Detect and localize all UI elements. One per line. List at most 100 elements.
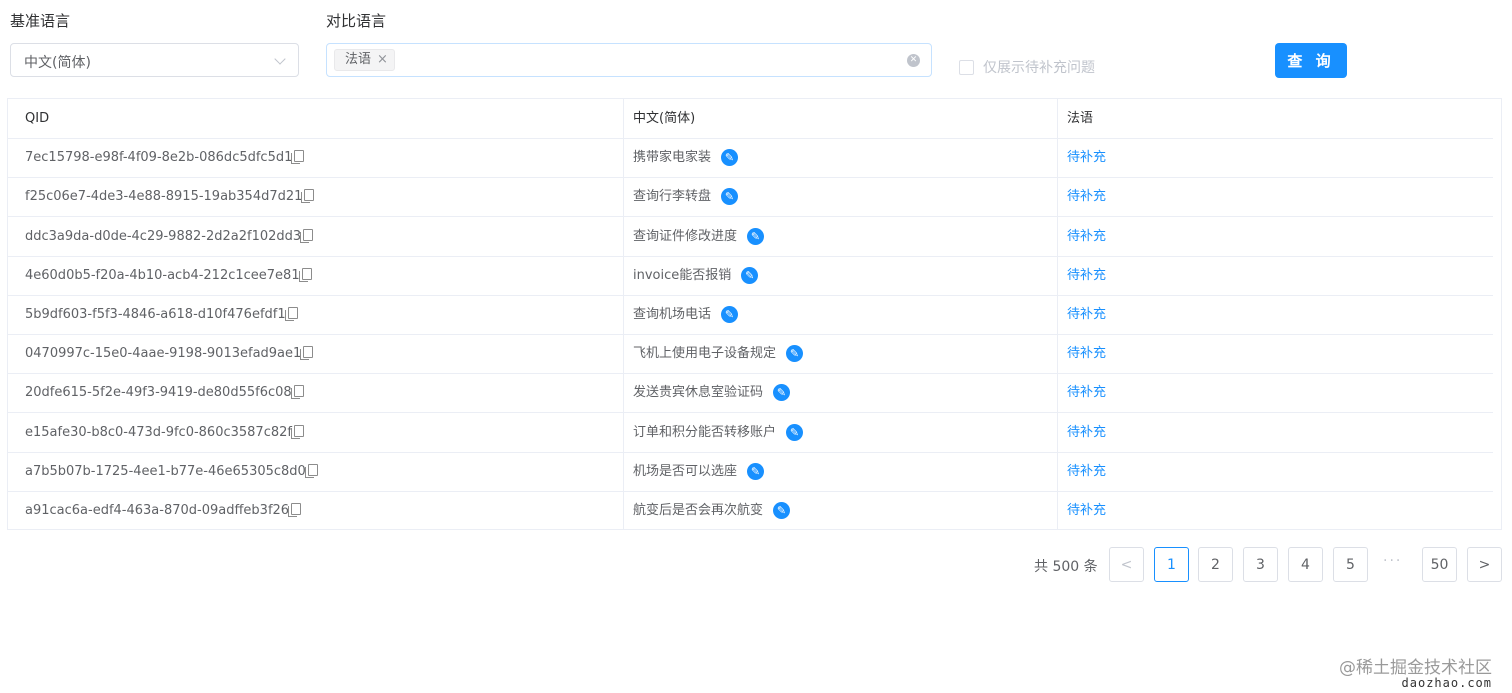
translation-pending-link[interactable]: 待补充 — [1067, 217, 1106, 256]
translation-pending-link[interactable]: 待补充 — [1067, 138, 1106, 177]
qid-cell: 20dfe615-5f2e-49f3-9419-de80d55f6c08 — [25, 373, 304, 412]
edit-icon[interactable]: ✎ — [747, 462, 765, 480]
qid-text: 5b9df603-f5f3-4846-a618-d10f476efdf1 — [25, 307, 286, 322]
edit-icon[interactable]: ✎ — [747, 227, 765, 245]
language-tag-label: 法语 — [345, 52, 372, 67]
question-cell: 查询机场电话 ✎ — [633, 295, 739, 334]
copy-icon[interactable] — [300, 228, 314, 243]
translation-pending-link[interactable]: 待补充 — [1067, 295, 1106, 334]
copy-icon[interactable] — [304, 463, 318, 478]
header-qid: QID — [25, 111, 50, 126]
translation-pending-link[interactable]: 待补充 — [1067, 491, 1106, 530]
edit-icon[interactable]: ✎ — [786, 423, 804, 441]
only-pending-label[interactable]: 仅展示待补充问题 — [983, 57, 1095, 77]
edit-icon[interactable]: ✎ — [773, 384, 791, 402]
watermark-domain: daozhao.com — [1401, 676, 1492, 690]
translation-pending-link[interactable]: 待补充 — [1067, 177, 1106, 216]
table-row: ddc3a9da-d0de-4c29-9882-2d2a2f102dd3 查询证… — [8, 217, 1493, 257]
translation-pending-link[interactable]: 待补充 — [1067, 413, 1106, 452]
copy-icon[interactable] — [284, 307, 298, 321]
table-row: 0470997c-15e0-4aae-9198-9013efad9ae1 飞机上… — [8, 334, 1493, 375]
question-cell: 携带家电家装 ✎ — [633, 138, 739, 177]
copy-icon[interactable] — [298, 267, 312, 282]
copy-icon[interactable] — [290, 424, 304, 439]
edit-icon[interactable]: ✎ — [721, 188, 739, 206]
next-page-button[interactable]: > — [1467, 547, 1502, 582]
copy-icon[interactable] — [300, 346, 314, 361]
question-text: 飞机上使用电子设备规定 — [633, 346, 777, 362]
question-cell: 飞机上使用电子设备规定 ✎ — [633, 334, 804, 373]
question-text: 携带家电家装 — [633, 150, 712, 166]
edit-icon[interactable]: ✎ — [721, 149, 739, 167]
qid-cell: 5b9df603-f5f3-4846-a618-d10f476efdf1 — [25, 295, 298, 334]
qid-cell: a7b5b07b-1725-4ee1-b77e-46e65305c8d0 — [25, 452, 318, 491]
edit-icon[interactable]: ✎ — [786, 345, 804, 363]
header-base-language: 中文(简体) — [633, 111, 696, 126]
page-button-3[interactable]: 3 — [1243, 547, 1278, 582]
question-text: 机场是否可以选座 — [633, 463, 738, 479]
translation-pending-link[interactable]: 待补充 — [1067, 373, 1106, 412]
question-text: 订单和积分能否转移账户 — [633, 424, 777, 440]
qid-text: ddc3a9da-d0de-4c29-9882-2d2a2f102dd3 — [25, 228, 302, 244]
translation-pending-link[interactable]: 待补充 — [1067, 256, 1106, 295]
page-button-50[interactable]: 50 — [1422, 547, 1457, 582]
qid-text: 0470997c-15e0-4aae-9198-9013efad9ae1 — [25, 346, 302, 362]
translation-pending-link[interactable]: 待补充 — [1067, 334, 1106, 373]
copy-icon[interactable] — [301, 189, 315, 204]
table-row: a7b5b07b-1725-4ee1-b77e-46e65305c8d0 机场是… — [8, 452, 1493, 492]
page-button-1[interactable]: 1 — [1154, 547, 1189, 582]
pagination-ellipsis[interactable]: ··· — [1383, 553, 1402, 569]
table-header-row: QID 中文(简体) 法语 — [8, 99, 1493, 139]
question-cell: 查询证件修改进度 ✎ — [633, 217, 765, 256]
prev-page-button[interactable]: < — [1109, 547, 1144, 582]
table-row: 4e60d0b5-f20a-4b10-acb4-212c1cee7e81 inv… — [8, 256, 1493, 296]
question-text: 发送贵宾休息室验证码 — [633, 385, 764, 401]
table-row: f25c06e7-4de3-4e88-8915-19ab354d7d21 查询行… — [8, 177, 1493, 218]
qid-text: f25c06e7-4de3-4e88-8915-19ab354d7d21 — [25, 189, 303, 205]
header-compare-language: 法语 — [1067, 111, 1094, 126]
table-row: 20dfe615-5f2e-49f3-9419-de80d55f6c08 发送贵… — [8, 373, 1493, 414]
checkbox-box[interactable] — [959, 59, 974, 75]
only-pending-checkbox[interactable]: 仅展示待补充问题 — [959, 57, 1095, 77]
question-text: invoice能否报销 — [633, 267, 732, 283]
qid-cell: ddc3a9da-d0de-4c29-9882-2d2a2f102dd3 — [25, 217, 314, 256]
edit-icon[interactable]: ✎ — [773, 502, 791, 519]
question-cell: 订单和积分能否转移账户 ✎ — [633, 413, 804, 452]
base-language-select[interactable]: 中文(简体) — [10, 43, 299, 77]
qid-cell: 0470997c-15e0-4aae-9198-9013efad9ae1 — [25, 334, 314, 373]
compare-language-label: 对比语言 — [326, 12, 387, 30]
page-button-4[interactable]: 4 — [1288, 547, 1323, 582]
translation-pending-link[interactable]: 待补充 — [1067, 452, 1106, 491]
qid-cell: e15afe30-b8c0-473d-9fc0-860c3587c82f — [25, 413, 304, 452]
copy-icon[interactable] — [288, 503, 302, 517]
question-cell: invoice能否报销 ✎ — [633, 256, 759, 295]
qid-cell: 4e60d0b5-f20a-4b10-acb4-212c1cee7e81 — [25, 256, 312, 295]
copy-icon[interactable] — [291, 150, 305, 165]
question-cell: 航变后是否会再次航变 ✎ — [633, 491, 791, 530]
qid-text: 7ec15798-e98f-4f09-8e2b-086dc5dfc5d1 — [25, 150, 293, 166]
edit-icon[interactable]: ✎ — [741, 266, 759, 284]
page-button-5[interactable]: 5 — [1333, 547, 1368, 582]
qid-cell: 7ec15798-e98f-4f09-8e2b-086dc5dfc5d1 — [25, 138, 305, 177]
results-table: QID 中文(简体) 法语 7ec15798-e98f-4f09-8e2b-08… — [7, 98, 1502, 530]
qid-text: e15afe30-b8c0-473d-9fc0-860c3587c82f — [25, 424, 292, 440]
base-language-value: 中文(简体) — [24, 55, 91, 71]
qid-text: a91cac6a-edf4-463a-870d-09adffeb3f26 — [25, 503, 290, 518]
question-cell: 机场是否可以选座 ✎ — [633, 452, 765, 491]
copy-icon[interactable] — [290, 385, 304, 400]
pagination-total: 共 500 条 — [1034, 559, 1098, 575]
chevron-down-icon[interactable] — [274, 53, 286, 65]
page-button-2[interactable]: 2 — [1198, 547, 1233, 582]
question-text: 查询行李转盘 — [633, 189, 712, 205]
query-button[interactable]: 查 询 — [1275, 43, 1347, 78]
question-text: 查询证件修改进度 — [633, 228, 738, 244]
edit-icon[interactable]: ✎ — [721, 306, 739, 323]
language-tag: 法语 × — [334, 49, 395, 71]
tag-close-icon[interactable]: × — [377, 49, 388, 71]
base-language-label: 基准语言 — [10, 12, 71, 30]
qid-text: 20dfe615-5f2e-49f3-9419-de80d55f6c08 — [25, 385, 292, 401]
table-row: 5b9df603-f5f3-4846-a618-d10f476efdf1 查询机… — [8, 295, 1493, 335]
watermark: @稀土掘金技术社区 — [1339, 658, 1492, 678]
clear-icon[interactable]: ✕ — [907, 54, 920, 67]
compare-language-select[interactable]: 法语 × ✕ — [326, 43, 932, 77]
